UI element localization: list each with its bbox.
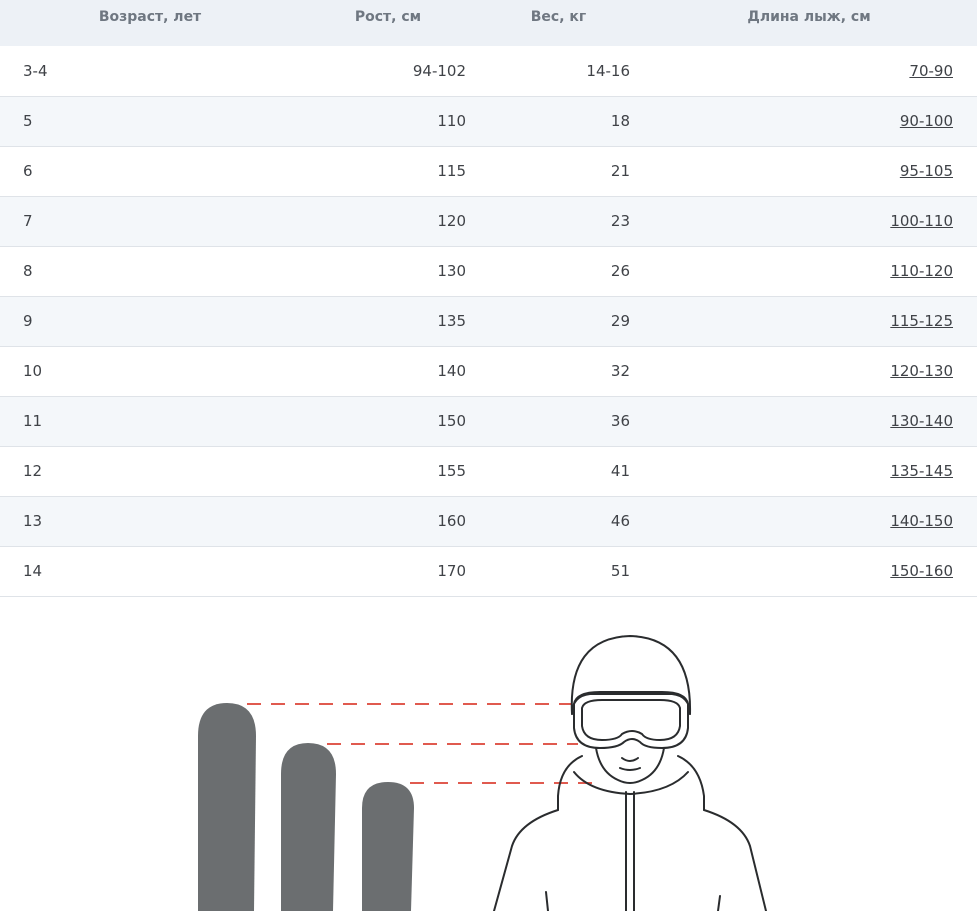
cell-weight: 36 (476, 396, 641, 447)
cell-age: 14 (0, 546, 300, 597)
cell-height: 135 (300, 296, 476, 347)
cell-ski-length: 150-160 (641, 546, 977, 597)
cell-height: 140 (300, 346, 476, 397)
cell-age: 13 (0, 496, 300, 547)
cell-ski-length: 140-150 (641, 496, 977, 547)
header-height: Рост, см (300, 0, 476, 46)
cell-ski-length: 110-120 (641, 246, 977, 297)
ski-icon (281, 743, 336, 911)
cell-height: 120 (300, 196, 476, 247)
cell-weight: 29 (476, 296, 641, 347)
cell-weight: 18 (476, 96, 641, 147)
cell-ski-length: 115-125 (641, 296, 977, 347)
cell-age: 6 (0, 146, 300, 197)
cell-ski-length: 100-110 (641, 196, 977, 247)
cell-weight: 32 (476, 346, 641, 397)
cell-weight: 51 (476, 546, 641, 597)
cell-weight: 14-16 (476, 46, 641, 97)
cell-height: 160 (300, 496, 476, 547)
table-row: 11 150 36 130-140 (0, 396, 977, 447)
ski-length-link[interactable]: 115-125 (890, 312, 953, 330)
cell-ski-length: 70-90 (641, 46, 977, 97)
ski-length-link[interactable]: 150-160 (890, 562, 953, 580)
cell-age: 3-4 (0, 46, 300, 97)
cell-height: 150 (300, 396, 476, 447)
table-row: 3-4 94-102 14-16 70-90 (0, 46, 977, 97)
cell-ski-length: 95-105 (641, 146, 977, 197)
cell-height: 94-102 (300, 46, 476, 97)
cell-ski-length: 90-100 (641, 96, 977, 147)
table-row: 8 130 26 110-120 (0, 246, 977, 297)
cell-ski-length: 130-140 (641, 396, 977, 447)
ski-icon (198, 703, 256, 911)
cell-age: 10 (0, 346, 300, 397)
ski-size-page: Возраст, лет Рост, см Вес, кг Длина лыж,… (0, 0, 977, 911)
cell-weight: 23 (476, 196, 641, 247)
ski-length-link[interactable]: 120-130 (890, 362, 953, 380)
cell-age: 8 (0, 246, 300, 297)
ski-icon (362, 782, 414, 911)
cell-age: 7 (0, 196, 300, 247)
cell-height: 130 (300, 246, 476, 297)
table-row: 12 155 41 135-145 (0, 446, 977, 497)
table-row: 5 110 18 90-100 (0, 96, 977, 147)
table-row: 13 160 46 140-150 (0, 496, 977, 547)
cell-height: 155 (300, 446, 476, 497)
skier-helmet-goggles-icon (493, 635, 767, 911)
ski-length-link[interactable]: 95-105 (900, 162, 953, 180)
cell-height: 170 (300, 546, 476, 597)
ski-length-link[interactable]: 130-140 (890, 412, 953, 430)
cell-weight: 21 (476, 146, 641, 197)
ski-length-link[interactable]: 110-120 (890, 262, 953, 280)
table-row: 7 120 23 100-110 (0, 196, 977, 247)
cell-weight: 41 (476, 446, 641, 497)
cell-height: 110 (300, 96, 476, 147)
ski-height-illustration (198, 635, 767, 911)
ski-length-link[interactable]: 100-110 (890, 212, 953, 230)
cell-age: 9 (0, 296, 300, 347)
table-row: 14 170 51 150-160 (0, 546, 977, 597)
table-row: 10 140 32 120-130 (0, 346, 977, 397)
cell-age: 5 (0, 96, 300, 147)
skis (198, 703, 414, 911)
cell-weight: 26 (476, 246, 641, 297)
cell-ski-length: 135-145 (641, 446, 977, 497)
cell-age: 11 (0, 396, 300, 447)
ski-length-link[interactable]: 140-150 (890, 512, 953, 530)
cell-weight: 46 (476, 496, 641, 547)
ski-size-table: Возраст, лет Рост, см Вес, кг Длина лыж,… (0, 0, 977, 597)
header-weight: Вес, кг (476, 0, 641, 46)
ski-length-link[interactable]: 90-100 (900, 112, 953, 130)
header-age: Возраст, лет (0, 0, 300, 46)
header-ski-length: Длина лыж, см (641, 0, 977, 46)
ski-length-link[interactable]: 135-145 (890, 462, 953, 480)
table-row: 6 115 21 95-105 (0, 146, 977, 197)
cell-ski-length: 120-130 (641, 346, 977, 397)
cell-height: 115 (300, 146, 476, 197)
cell-age: 12 (0, 446, 300, 497)
table-header-row: Возраст, лет Рост, см Вес, кг Длина лыж,… (0, 0, 977, 46)
ski-length-link[interactable]: 70-90 (909, 62, 953, 80)
table-row: 9 135 29 115-125 (0, 296, 977, 347)
